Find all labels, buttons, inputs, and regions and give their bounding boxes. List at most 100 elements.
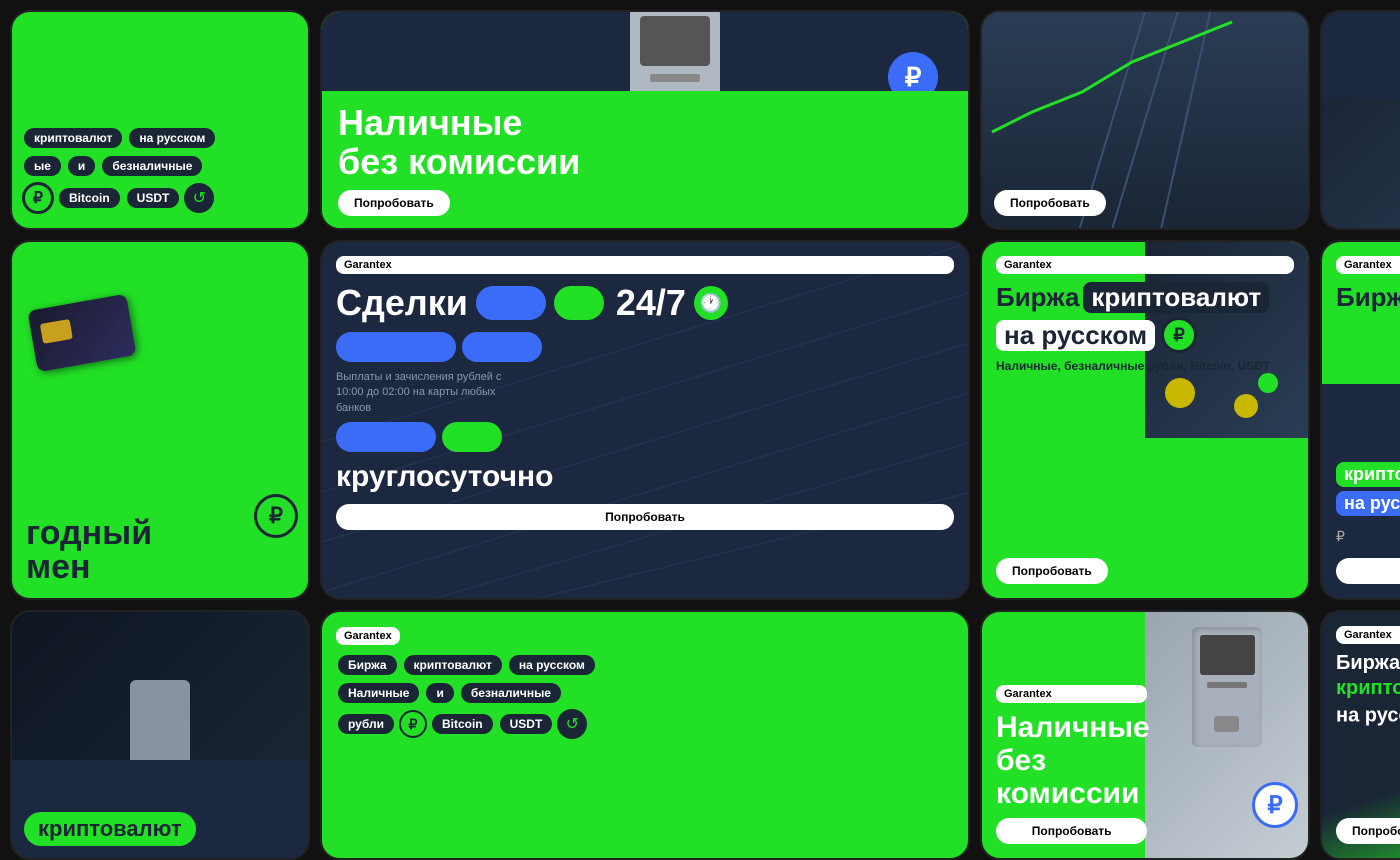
card-12: Garantex Биржа криптовалют на русском ₽ … — [1320, 610, 1400, 860]
ruble-7: ₽ — [1161, 317, 1197, 353]
tag-row-3: ₽ Bitcoin USDT ↺ — [22, 182, 298, 214]
card8-text3: на русском — [1336, 491, 1400, 516]
card-3-bottom: Попробовать — [994, 190, 1106, 216]
card12-btn-wrapper: Попробовать — [1336, 818, 1400, 844]
card8-text1: Биржа — [1336, 282, 1400, 313]
card11-atm — [1192, 627, 1262, 747]
card-2-text1: Наличные — [338, 103, 952, 143]
tag-beznalichnye-10: безналичные — [461, 683, 561, 703]
card-9: криптовалют — [10, 610, 310, 860]
text-na-russkom-7: на русском — [996, 320, 1155, 351]
tag-ye: ые — [24, 156, 61, 176]
tag-na-russkom-10: на русском — [509, 655, 595, 675]
card6-subtext: Выплаты и зачисления рублей с 10:00 до 0… — [336, 370, 516, 416]
card9-tag: криптовалют — [24, 812, 196, 846]
card12-text1: Биржа — [1336, 652, 1400, 675]
card-7: Garantex Биржа криптовалют на русском ₽ … — [980, 240, 1310, 600]
card10-row3: рубли ₽ Bitcoin USDT ↺ — [336, 709, 954, 739]
card12-text2: криптовалют — [1336, 677, 1400, 700]
card11-slot — [1207, 682, 1247, 688]
card-8: Garantex Биржа криптовалют на русском ₽ … — [1320, 240, 1400, 600]
card-2-try-btn[interactable]: Попробовать — [338, 190, 450, 216]
atm-slot — [650, 74, 700, 82]
green-pill-1 — [554, 286, 604, 320]
garantex-badge-8: Garantex — [1336, 256, 1400, 274]
card8-ruble-row: ₽ — [1336, 528, 1400, 546]
atm-screen — [640, 16, 710, 66]
garantex-badge-6: Garantex — [336, 256, 954, 274]
card-12-content: Garantex Биржа криптовалют на русском ₽ … — [1322, 612, 1400, 858]
card8-bottom: криптовалют на русском ₽ Попробовать — [1336, 462, 1400, 584]
card-2-bottom: Наличные без комиссии Попробовать — [322, 91, 968, 228]
hand-area: ₽ — [10, 242, 308, 548]
card11-atm-area: ₽ — [1145, 612, 1308, 858]
deals-row: Сделки 24/7 🕐 — [336, 282, 954, 324]
ruble-11: ₽ — [1252, 782, 1298, 828]
card7-btn-wrapper: Попробовать — [996, 558, 1294, 584]
card9-atm — [130, 680, 190, 760]
text-kruglosutochno: круглосуточно — [336, 460, 954, 494]
tag-rubli-10: рубли — [338, 714, 394, 734]
card-6-content: Garantex Сделки 24/7 🕐 Выплаты и зачисле… — [322, 242, 968, 598]
card7-row1: Биржа криптовалют — [996, 282, 1294, 313]
card11-disp — [1214, 716, 1239, 732]
pills-row-2 — [336, 422, 954, 452]
card11-text1: Наличные — [996, 711, 1147, 744]
card-4-bg — [1322, 98, 1400, 228]
tag-usdt-10: USDT — [500, 714, 553, 734]
card5-text2: мен — [26, 550, 294, 584]
tag-i: и — [68, 156, 95, 176]
garantex-badge-7: Garantex — [996, 256, 1294, 274]
tag-bitcoin-10: Bitcoin — [432, 714, 493, 734]
tag-nalichnye-10: Наличные — [338, 683, 419, 703]
card11-screen — [1200, 635, 1255, 675]
card-4: Скачать — [1320, 10, 1400, 230]
card-1: криптовалют на русском ые и безналичные … — [10, 10, 310, 230]
text-birzha-7: Биржа — [996, 282, 1079, 313]
card-3-try-btn[interactable]: Попробовать — [994, 190, 1106, 216]
card-1-content: криптовалют на русском ые и безналичные … — [12, 12, 308, 228]
card-5: ₽ годный мен — [10, 240, 310, 600]
tag-row-2: ые и безналичные — [22, 154, 298, 178]
card7-subtext: Наличные, безналичные рубли, Bitcoin, US… — [996, 359, 1294, 373]
card-8-try-btn[interactable]: Попробовать — [1336, 558, 1400, 584]
ruble-icon-card5: ₽ — [254, 494, 298, 538]
card11-content: Garantex Наличные без комиссии Попробова… — [982, 612, 1161, 858]
card7-row2: на русском ₽ — [996, 317, 1294, 353]
card-6-try-btn[interactable]: Попробовать — [336, 504, 954, 530]
tag-beznalichnye: безналичные — [102, 156, 202, 176]
refresh-icon-1: ↺ — [184, 183, 214, 213]
text-247: 24/7 — [616, 282, 686, 324]
card-7-content: Garantex Биржа криптовалют на русском ₽ … — [982, 242, 1308, 598]
clock-icon: 🕐 — [694, 286, 728, 320]
garantex-badge-11: Garantex — [996, 685, 1147, 703]
card-8-content: Garantex Биржа криптовалют на русском ₽ … — [1322, 242, 1400, 598]
card12-text3a: на русском — [1336, 704, 1400, 726]
text-kriptovalut-7: криптовалют — [1083, 282, 1269, 313]
tag-row-1: криптовалют на русском — [22, 126, 298, 150]
card-11-try-btn[interactable]: Попробовать — [996, 818, 1147, 844]
text-sdelki: Сделки — [336, 282, 468, 324]
card10-row1: Биржа криптовалют на русском — [336, 653, 954, 677]
blue-pill-3 — [462, 332, 542, 362]
card-2-text2: без комиссии — [338, 142, 952, 182]
card12-text3: на русском ₽ — [1336, 702, 1400, 730]
card10-row2: Наличные и безналичные — [336, 681, 954, 705]
card-10: Garantex Биржа криптовалют на русском На… — [320, 610, 970, 860]
tag-birzha-10: Биржа — [338, 655, 397, 675]
card-12-try-btn[interactable]: Попробовать — [1336, 818, 1400, 844]
card-7-try-btn[interactable]: Попробовать — [996, 558, 1108, 584]
credit-card — [27, 294, 136, 372]
blue-pill-2 — [336, 332, 456, 362]
card-5-content: ₽ годный мен — [12, 242, 308, 598]
tag-kriptovalut-10: криптовалют — [404, 655, 502, 675]
card9-dark-area — [12, 612, 308, 760]
card-11: ₽ Garantex Наличные без комиссии Попробо… — [980, 610, 1310, 860]
ruble-circle-10: ₽ — [399, 710, 427, 738]
garantex-badge-10: Garantex — [336, 627, 400, 645]
tag-usdt: USDT — [127, 188, 180, 208]
card-3: Попробовать — [980, 10, 1310, 230]
card11-text2: без комиссии — [996, 744, 1147, 810]
card-chip — [40, 319, 73, 344]
refresh-icon-10: ↺ — [557, 709, 587, 739]
